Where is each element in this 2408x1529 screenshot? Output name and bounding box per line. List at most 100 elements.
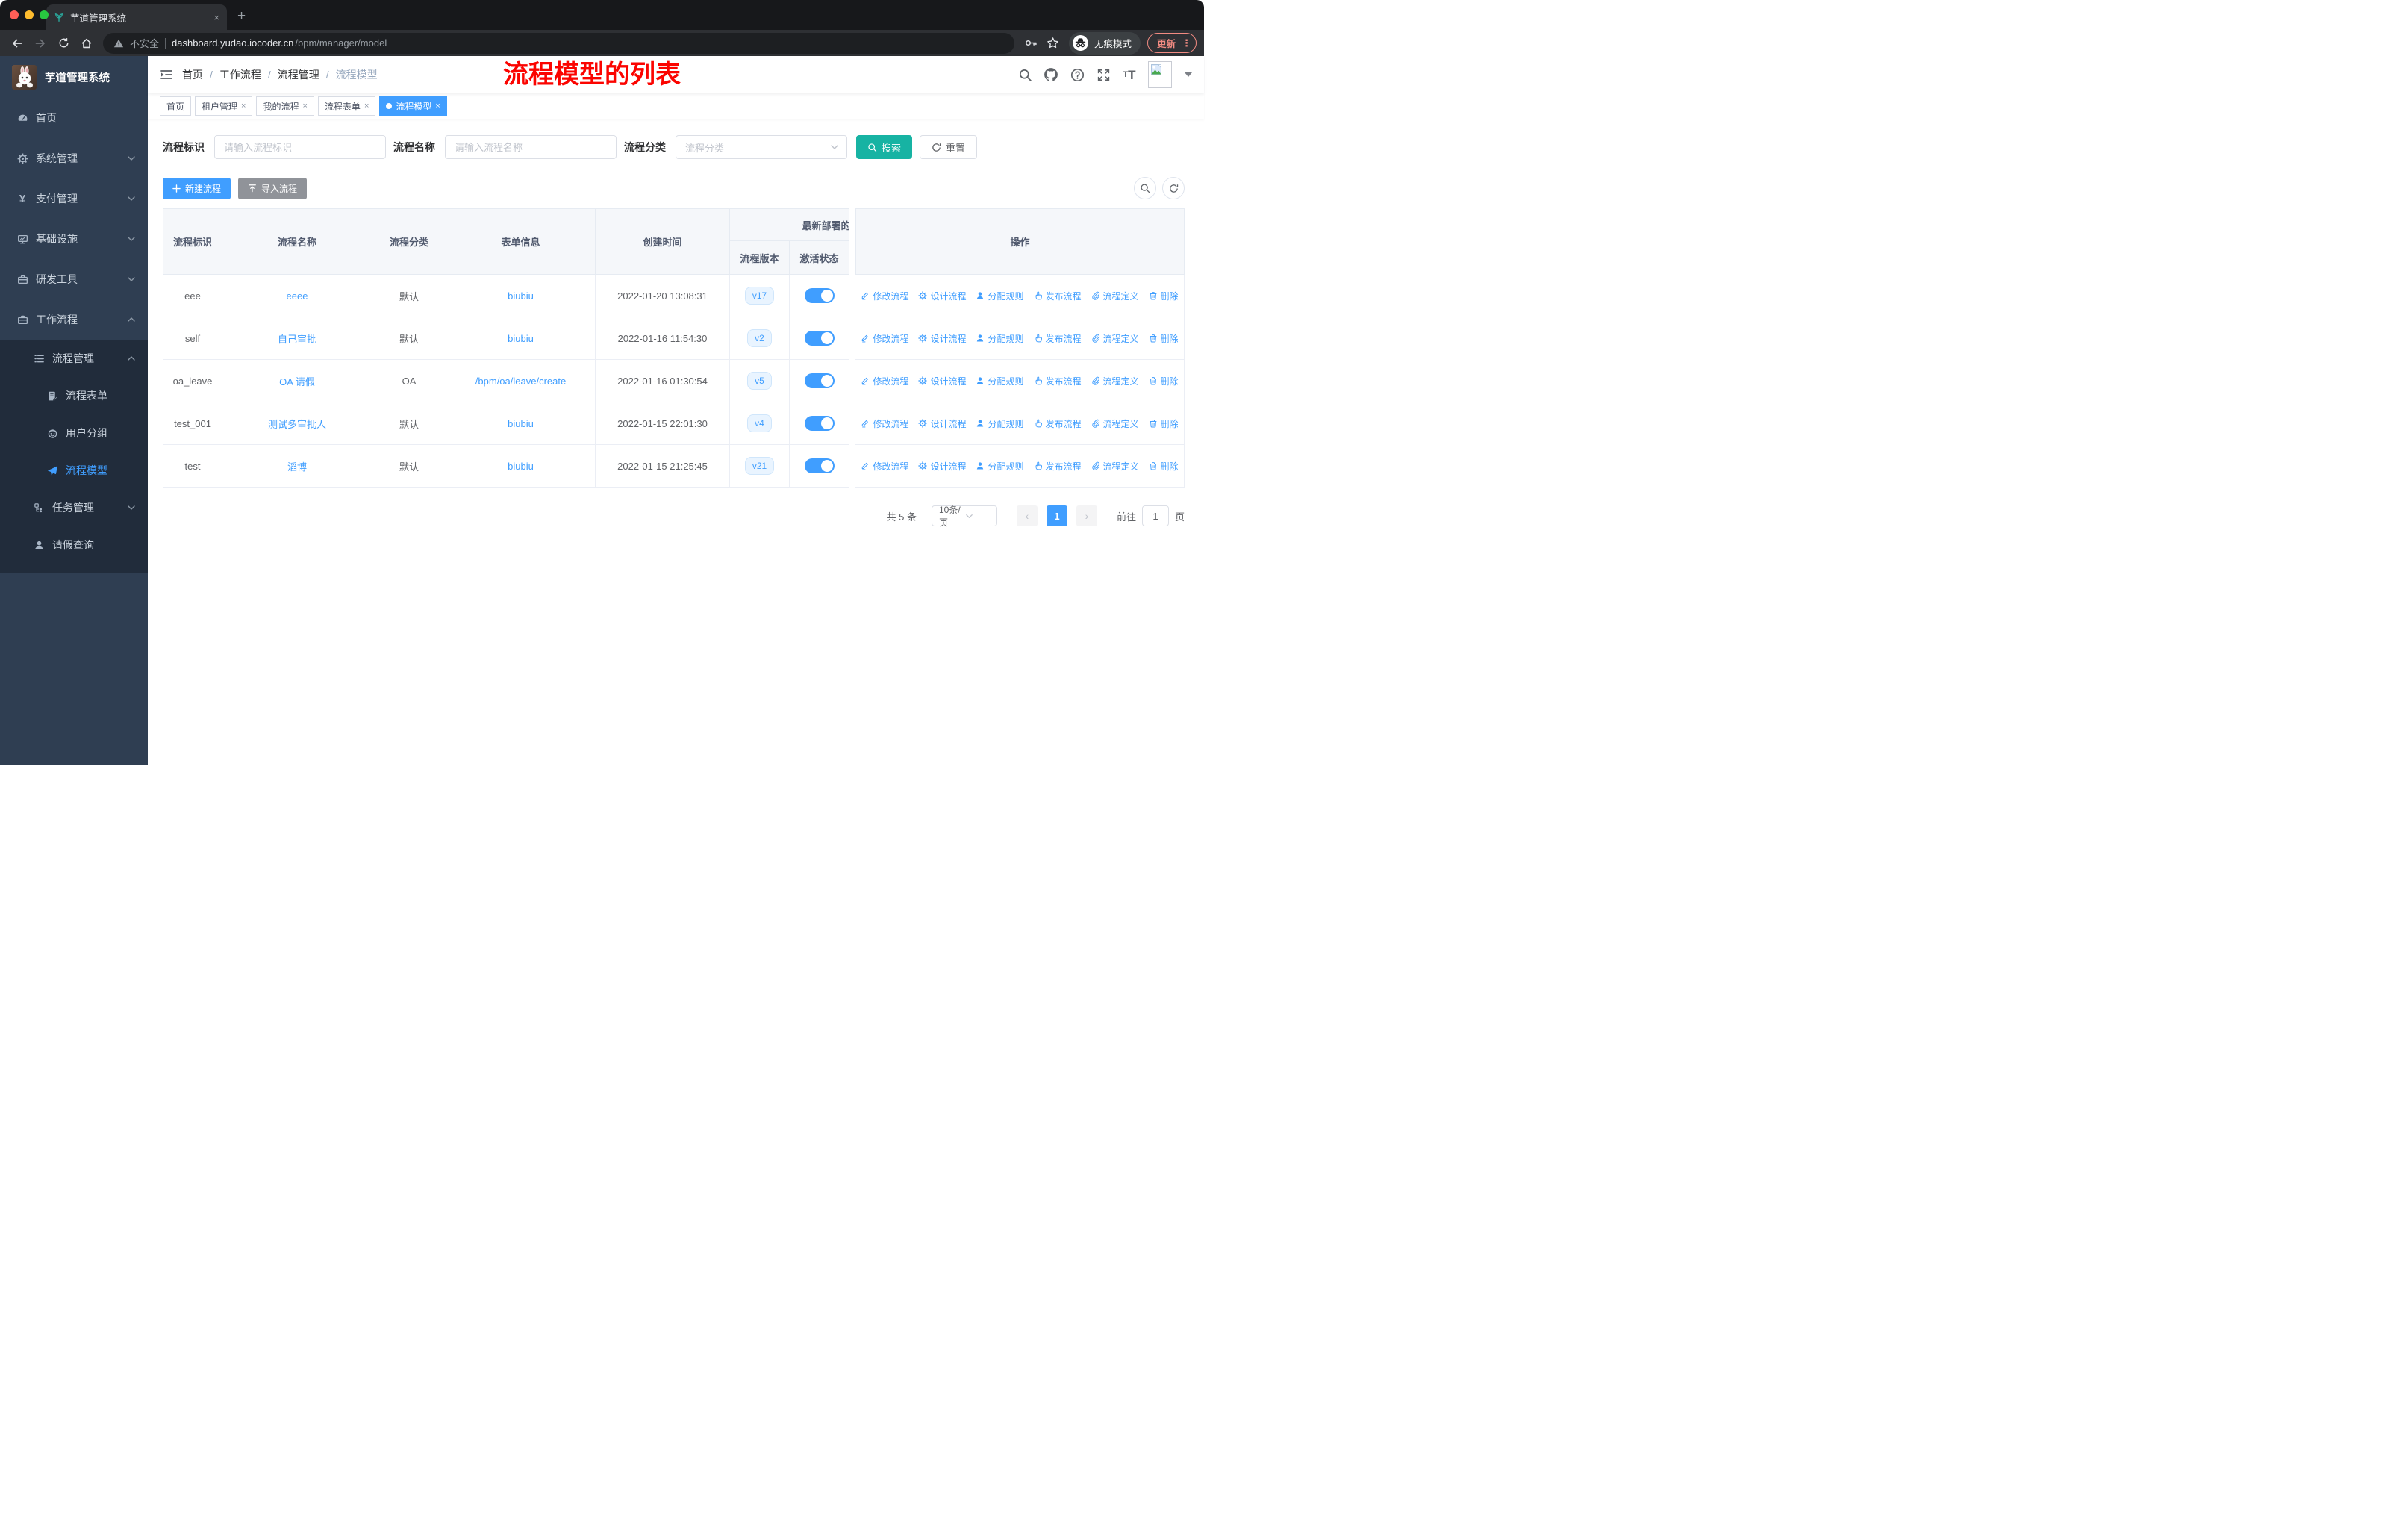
tag-active[interactable]: 流程模型 × [379, 96, 447, 116]
refresh-table-button[interactable] [1162, 177, 1185, 199]
row-action-design-link[interactable]: 设计流程 [918, 375, 966, 387]
row-action-publish-link[interactable]: 发布流程 [1034, 332, 1082, 345]
process-name-link[interactable]: 滔博 [287, 459, 307, 473]
active-toggle[interactable] [804, 373, 835, 388]
new-tab-button[interactable]: + [237, 8, 246, 25]
row-action-publish-link[interactable]: 发布流程 [1034, 290, 1082, 302]
current-page-button[interactable]: 1 [1046, 505, 1067, 526]
row-action-definition-link[interactable]: 流程定义 [1091, 332, 1139, 345]
active-toggle[interactable] [804, 458, 835, 473]
row-action-publish-link[interactable]: 发布流程 [1034, 375, 1082, 387]
tab-close-icon[interactable]: × [213, 12, 219, 23]
avatar-caret-icon[interactable] [1185, 72, 1192, 77]
home-button[interactable] [77, 34, 96, 53]
import-process-button[interactable]: 导入流程 [238, 177, 308, 199]
bookmark-star-icon[interactable] [1044, 37, 1062, 49]
process-name-link[interactable]: 自己审批 [278, 331, 316, 346]
avatar[interactable] [1148, 61, 1172, 88]
sidebar-item[interactable]: 请假查询 [0, 526, 148, 564]
tag-item[interactable]: 租户管理 × [195, 96, 253, 116]
row-action-publish-link[interactable]: 发布流程 [1034, 460, 1082, 473]
sidebar-item[interactable]: 流程表单 [0, 377, 148, 414]
row-action-definition-link[interactable]: 流程定义 [1091, 375, 1139, 387]
row-action-assign-link[interactable]: 分配规则 [976, 332, 1024, 345]
row-action-design-link[interactable]: 设计流程 [918, 290, 966, 302]
row-action-assign-link[interactable]: 分配规则 [976, 417, 1024, 430]
row-action-assign-link[interactable]: 分配规则 [976, 460, 1024, 473]
tag-close-icon[interactable]: × [241, 102, 246, 110]
row-action-edit-link[interactable]: 修改流程 [861, 290, 908, 302]
row-action-publish-link[interactable]: 发布流程 [1034, 417, 1082, 430]
tag-close-icon[interactable]: × [364, 102, 369, 110]
row-action-edit-link[interactable]: 修改流程 [861, 332, 908, 345]
search-button[interactable]: 搜索 [856, 135, 913, 159]
password-key-icon[interactable] [1023, 37, 1041, 49]
window-close-button[interactable] [10, 10, 19, 19]
form-info-link[interactable]: /bpm/oa/leave/create [475, 376, 566, 387]
sidebar-item[interactable]: 首页 [0, 98, 148, 138]
row-action-edit-link[interactable]: 修改流程 [861, 460, 908, 473]
form-info-link[interactable]: biubiu [508, 461, 534, 472]
active-toggle[interactable] [804, 416, 835, 431]
forward-button[interactable] [31, 34, 50, 53]
chrome-update-button[interactable]: 更新 ⋮ [1147, 33, 1197, 53]
tag-close-icon[interactable]: × [302, 102, 307, 110]
tag-item[interactable]: 流程表单 × [317, 96, 376, 116]
browser-tab[interactable]: 芋道管理系统 × [46, 4, 227, 30]
category-select[interactable]: 流程分类 [676, 135, 847, 159]
sidebar-item[interactable]: 研发工具 [0, 259, 148, 299]
row-action-edit-link[interactable]: 修改流程 [861, 417, 908, 430]
sidebar-item[interactable]: 任务管理 [0, 489, 148, 526]
active-toggle[interactable] [804, 288, 835, 303]
sidebar-item[interactable]: 工作流程 [0, 299, 148, 340]
form-info-link[interactable]: biubiu [508, 418, 534, 429]
process-name-input[interactable] [445, 135, 617, 159]
goto-page-input[interactable] [1141, 505, 1169, 526]
row-action-definition-link[interactable]: 流程定义 [1091, 417, 1139, 430]
tag-item[interactable]: 首页 [160, 96, 192, 116]
process-key-input[interactable] [214, 135, 386, 159]
page-size-select[interactable]: 10条/页 [931, 505, 997, 528]
reload-button[interactable] [54, 34, 73, 53]
active-toggle[interactable] [804, 331, 835, 346]
sidebar-item[interactable]: ¥ 支付管理 [0, 178, 148, 219]
row-action-delete-link[interactable]: 删除 [1149, 460, 1179, 473]
row-action-assign-link[interactable]: 分配规则 [976, 290, 1024, 302]
row-action-design-link[interactable]: 设计流程 [918, 460, 966, 473]
sidebar-toggle-icon[interactable] [160, 69, 173, 81]
github-icon[interactable] [1044, 67, 1058, 82]
reset-button[interactable]: 重置 [920, 135, 978, 159]
sidebar-item[interactable]: 基础设施 [0, 219, 148, 259]
help-icon[interactable] [1070, 67, 1085, 82]
logo-row[interactable]: 芋道管理系统 [0, 56, 148, 98]
window-minimize-button[interactable] [25, 10, 34, 19]
prev-page-button[interactable]: ‹ [1016, 505, 1038, 526]
row-action-delete-link[interactable]: 删除 [1149, 417, 1179, 430]
row-action-delete-link[interactable]: 删除 [1149, 290, 1179, 302]
tag-item[interactable]: 我的流程 × [256, 96, 314, 116]
row-action-definition-link[interactable]: 流程定义 [1091, 460, 1139, 473]
row-action-design-link[interactable]: 设计流程 [918, 417, 966, 430]
chrome-menu-icon[interactable]: ⋮ [1182, 37, 1191, 49]
row-action-delete-link[interactable]: 删除 [1149, 375, 1179, 387]
sidebar-item[interactable]: 系统管理 [0, 138, 148, 178]
show-search-toggle-button[interactable] [1134, 177, 1156, 199]
process-name-link[interactable]: OA 请假 [279, 374, 315, 388]
process-name-link[interactable]: 测试多审批人 [268, 417, 326, 431]
row-action-definition-link[interactable]: 流程定义 [1091, 290, 1139, 302]
process-name-link[interactable]: eeee [287, 290, 308, 302]
sidebar-item[interactable]: 用户分组 [0, 414, 148, 452]
row-action-edit-link[interactable]: 修改流程 [861, 375, 908, 387]
breadcrumb-item[interactable]: 首页 [182, 67, 203, 82]
fullscreen-icon[interactable] [1096, 67, 1111, 82]
address-bar[interactable]: 不安全 dashboard.yudao.iocoder.cn/bpm/manag… [103, 32, 1014, 54]
breadcrumb-item[interactable]: 工作流程 [219, 67, 261, 82]
form-info-link[interactable]: biubiu [508, 290, 534, 302]
search-icon[interactable] [1017, 67, 1032, 82]
row-action-assign-link[interactable]: 分配规则 [976, 375, 1024, 387]
next-page-button[interactable]: › [1076, 505, 1097, 526]
row-action-design-link[interactable]: 设计流程 [918, 332, 966, 345]
sidebar-item[interactable]: 流程管理 [0, 340, 148, 377]
form-info-link[interactable]: biubiu [508, 333, 534, 344]
back-button[interactable] [7, 34, 27, 53]
